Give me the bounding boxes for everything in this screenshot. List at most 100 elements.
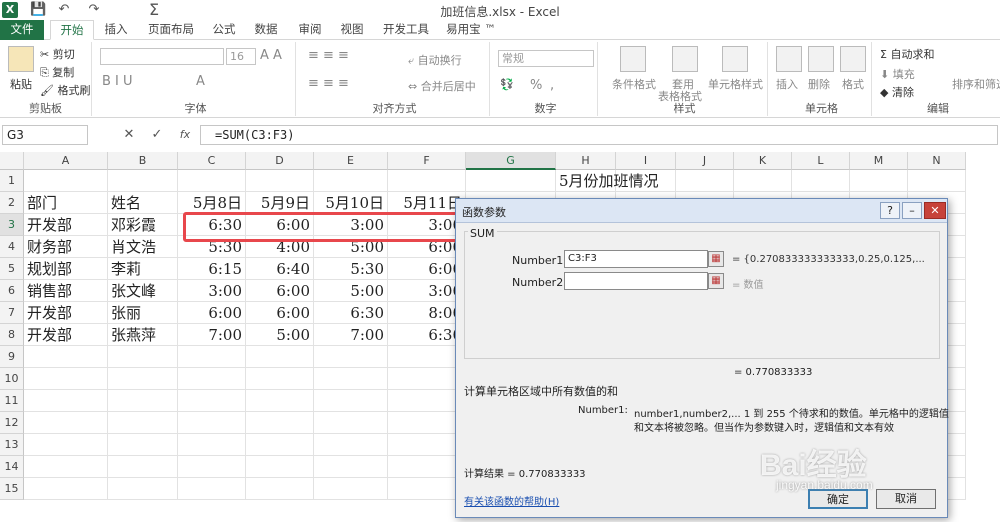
close-icon[interactable]: ✕ — [924, 202, 946, 219]
name-box[interactable]: G3 — [2, 125, 88, 145]
cut-button[interactable]: ✂ 剪切 — [40, 46, 75, 62]
align-top-icons[interactable]: ≡ ≡ ≡ — [308, 48, 349, 63]
row-header-12[interactable]: 12 — [0, 412, 24, 434]
tab-view[interactable]: 视图 — [332, 20, 372, 40]
tab-file[interactable]: 文件 — [0, 20, 44, 40]
row-header-13[interactable]: 13 — [0, 434, 24, 456]
font-color-icon[interactable]: A — [196, 74, 205, 89]
data-cell[interactable]: 6:40 — [246, 258, 314, 280]
cell[interactable] — [792, 170, 850, 192]
cell[interactable] — [246, 478, 314, 500]
number2-range-picker-icon[interactable]: ▦ — [708, 273, 724, 289]
cell[interactable] — [314, 412, 388, 434]
data-cell[interactable]: 6:00 — [246, 302, 314, 324]
cell[interactable] — [24, 478, 108, 500]
cell[interactable] — [108, 412, 178, 434]
column-header-i[interactable]: I — [616, 152, 676, 170]
column-header-c[interactable]: C — [178, 152, 246, 170]
cell[interactable] — [246, 368, 314, 390]
cell-styles-icon[interactable] — [722, 46, 748, 72]
data-cell[interactable]: 销售部 — [24, 280, 108, 302]
data-cell[interactable]: 5:00 — [246, 324, 314, 346]
column-header-j[interactable]: J — [676, 152, 734, 170]
percent-button[interactable]: % — [530, 78, 542, 93]
column-header-e[interactable]: E — [314, 152, 388, 170]
column-header-k[interactable]: K — [734, 152, 792, 170]
merge-center-button[interactable]: ⇔ 合并后居中 — [408, 78, 476, 94]
row-header-6[interactable]: 6 — [0, 280, 24, 302]
cell[interactable] — [108, 346, 178, 368]
bold-italic-underline-icons[interactable]: B I U — [102, 74, 133, 89]
cell[interactable] — [178, 456, 246, 478]
row-header-2[interactable]: 2 — [0, 192, 24, 214]
number-format-dropdown[interactable]: 常规 — [498, 50, 594, 67]
copy-button[interactable]: ⎘ 复制 — [40, 64, 74, 80]
data-cell[interactable]: 7:00 — [314, 324, 388, 346]
row-header-15[interactable]: 15 — [0, 478, 24, 500]
header-cell[interactable]: 5月10日 — [314, 192, 388, 214]
column-header-m[interactable]: M — [850, 152, 908, 170]
conditional-format-icon[interactable] — [620, 46, 646, 72]
cell[interactable] — [178, 478, 246, 500]
cell[interactable] — [314, 478, 388, 500]
grow-font-icon[interactable]: A A — [260, 48, 282, 63]
formula-input[interactable]: =SUM(C3:F3) — [200, 125, 998, 145]
data-cell[interactable]: 开发部 — [24, 302, 108, 324]
clear-button[interactable]: ◆ 清除 — [880, 84, 914, 100]
cell[interactable] — [178, 412, 246, 434]
cell[interactable] — [314, 170, 388, 192]
row-header-1[interactable]: 1 — [0, 170, 24, 192]
cell[interactable] — [246, 412, 314, 434]
tab-formulas[interactable]: 公式 — [204, 20, 244, 40]
row-header-9[interactable]: 9 — [0, 346, 24, 368]
cell[interactable] — [246, 170, 314, 192]
cell[interactable] — [246, 434, 314, 456]
cell[interactable] — [314, 390, 388, 412]
cell[interactable] — [246, 346, 314, 368]
data-cell[interactable]: 5:00 — [314, 280, 388, 302]
insert-function-icon[interactable]: fx — [176, 127, 194, 143]
data-cell[interactable]: 财务部 — [24, 236, 108, 258]
cell[interactable] — [24, 412, 108, 434]
dialog-title-bar[interactable]: 函数参数 ? – ✕ — [456, 199, 947, 223]
insert-cells-icon[interactable] — [776, 46, 802, 72]
tab-developer[interactable]: 开发工具 — [376, 20, 436, 40]
row-header-11[interactable]: 11 — [0, 390, 24, 412]
number2-input[interactable] — [564, 272, 708, 290]
select-all-corner[interactable] — [0, 152, 24, 170]
row-header-7[interactable]: 7 — [0, 302, 24, 324]
header-cell[interactable]: 5月8日 — [178, 192, 246, 214]
cell[interactable] — [466, 170, 556, 192]
column-header-l[interactable]: L — [792, 152, 850, 170]
data-cell[interactable]: 邓彩霞 — [108, 214, 178, 236]
cell[interactable] — [24, 390, 108, 412]
row-header-8[interactable]: 8 — [0, 324, 24, 346]
row-header-4[interactable]: 4 — [0, 236, 24, 258]
header-cell[interactable]: 部门 — [24, 192, 108, 214]
cell[interactable] — [24, 346, 108, 368]
currency-icon[interactable]: 💱 — [500, 78, 514, 91]
tab-page-layout[interactable]: 页面布局 — [140, 20, 202, 40]
cell[interactable] — [246, 456, 314, 478]
row-header-14[interactable]: 14 — [0, 456, 24, 478]
row-header-3[interactable]: 3 — [0, 214, 24, 236]
cell[interactable] — [314, 434, 388, 456]
cell[interactable] — [314, 456, 388, 478]
column-header-n[interactable]: N — [908, 152, 966, 170]
cell[interactable] — [178, 170, 246, 192]
column-header-f[interactable]: F — [388, 152, 466, 170]
row-header-5[interactable]: 5 — [0, 258, 24, 280]
cancel-button[interactable]: 取消 — [876, 489, 936, 509]
data-cell[interactable]: 张丽 — [108, 302, 178, 324]
data-cell[interactable]: 开发部 — [24, 324, 108, 346]
data-cell[interactable]: 规划部 — [24, 258, 108, 280]
cell[interactable] — [178, 434, 246, 456]
cell[interactable] — [108, 368, 178, 390]
delete-cells-button[interactable]: 删除 — [808, 76, 830, 92]
row-header-10[interactable]: 10 — [0, 368, 24, 390]
cell[interactable] — [314, 346, 388, 368]
column-header-a[interactable]: A — [24, 152, 108, 170]
cell[interactable] — [24, 368, 108, 390]
format-table-icon[interactable] — [672, 46, 698, 72]
cell[interactable] — [178, 346, 246, 368]
